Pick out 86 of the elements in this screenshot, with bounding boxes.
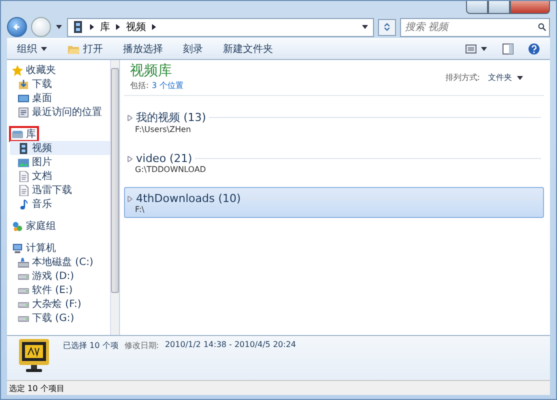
preview-pane-button[interactable] <box>500 41 516 57</box>
selection-count: 已选择 10 个项 <box>63 340 118 352</box>
breadcrumb[interactable]: 库 <box>100 20 110 34</box>
nav-item[interactable]: 文档 <box>10 169 110 183</box>
expand-triangle-icon <box>127 196 133 202</box>
view-icon <box>465 43 477 55</box>
nav-item[interactable]: 大杂烩 (F:) <box>10 297 110 311</box>
refresh-arrows-icon <box>383 23 391 31</box>
nav-item[interactable]: 本地磁盘 (C:) <box>10 255 110 269</box>
dropdown-caret-icon <box>40 45 48 53</box>
toolbar-button[interactable]: 播放选择 <box>121 40 165 58</box>
document-icon <box>18 184 29 196</box>
nav-item[interactable]: 库 <box>10 127 38 141</box>
star-icon <box>12 64 23 76</box>
folder-group[interactable]: 4thDownloads (10) F:\ <box>124 187 544 218</box>
picture-icon <box>18 156 29 168</box>
date-label: 修改日期: <box>124 340 159 352</box>
drive-icon <box>18 256 29 268</box>
refresh-button[interactable] <box>378 18 396 36</box>
folder-name: video (21) <box>136 152 192 165</box>
folder-path: F:\Users\ZHen <box>134 125 192 134</box>
folder-icon <box>68 43 80 55</box>
nav-item[interactable]: 迅雷下载 <box>10 183 110 197</box>
breadcrumb[interactable]: 视频 <box>126 20 146 34</box>
scrollbar[interactable] <box>110 60 119 335</box>
nav-item[interactable]: 收藏夹 <box>10 63 110 77</box>
locations-link[interactable]: 3 个位置 <box>152 80 184 91</box>
music-note-icon <box>18 198 29 210</box>
minimize-button[interactable] <box>466 1 488 14</box>
toolbar-button[interactable]: 打开 <box>66 40 105 58</box>
dropdown-caret-icon <box>55 23 63 31</box>
folder-path: F:\ <box>134 205 146 214</box>
nav-item[interactable]: 最近访问的位置 <box>10 105 110 119</box>
status-bar: 选定 10 个项目 <box>7 380 550 395</box>
expand-triangle-icon <box>127 114 133 120</box>
arrange-dropdown[interactable]: 文件夹 <box>488 72 524 83</box>
toolbar-button[interactable]: 组织 <box>15 40 50 58</box>
film-icon <box>72 21 84 33</box>
nav-item[interactable]: 家庭组 <box>10 219 110 233</box>
back-arrow-icon <box>13 23 21 31</box>
nav-item[interactable]: 软件 (E:) <box>10 283 110 297</box>
help-icon <box>528 43 540 55</box>
includes-label: 包括: <box>130 80 149 91</box>
nav-item[interactable]: 桌面 <box>10 91 110 105</box>
library-icon <box>12 128 23 140</box>
computer-icon <box>12 242 23 254</box>
back-button[interactable] <box>7 17 27 37</box>
folder-name: 4thDownloads (10) <box>136 192 241 205</box>
library-title: 视频库 <box>130 62 173 80</box>
recent-places-icon <box>18 106 29 118</box>
film-icon <box>18 142 29 154</box>
nav-item[interactable]: 下载 <box>10 77 110 91</box>
nav-item[interactable]: 视频 <box>10 141 110 155</box>
nav-item[interactable]: 计算机 <box>10 241 110 255</box>
toolbar-button[interactable]: 刻录 <box>181 40 205 58</box>
document-icon <box>18 170 29 182</box>
nav-item[interactable]: 音乐 <box>10 197 110 211</box>
expand-triangle-icon <box>127 156 133 162</box>
dropdown-caret-icon <box>516 74 524 82</box>
folder-group[interactable]: 我的视频 (13) F:\Users\ZHen <box>124 105 544 138</box>
chevron-icon <box>114 23 122 31</box>
scroll-thumb[interactable] <box>111 68 119 293</box>
close-button[interactable] <box>510 1 550 14</box>
folder-path: G:\TDDOWNLOAD <box>134 165 207 174</box>
nav-item[interactable]: 图片 <box>10 155 110 169</box>
chevron-icon <box>150 23 158 31</box>
desktop-icon <box>18 92 29 104</box>
search-icon <box>538 22 546 30</box>
folder-group[interactable]: video (21) G:\TDDOWNLOAD <box>124 147 544 178</box>
folder-name: 我的视频 (13) <box>136 110 206 125</box>
search-field[interactable]: 搜索 视频 <box>400 18 550 36</box>
folder-arrow-icon <box>18 78 29 90</box>
dropdown-caret-icon <box>480 45 488 53</box>
date-range: 2010/1/2 14:38 - 2010/4/5 20:24 <box>164 340 296 351</box>
nav-item[interactable]: 下载 (G:) <box>10 311 110 325</box>
homegroup-icon <box>12 220 23 232</box>
maximize-button[interactable] <box>488 1 510 14</box>
pane-icon <box>502 43 514 55</box>
chevron-icon <box>88 23 96 31</box>
dropdown-caret-icon <box>361 23 369 31</box>
toolbar-button[interactable]: 新建文件夹 <box>221 40 275 58</box>
help-button[interactable] <box>526 41 542 57</box>
nav-item[interactable]: 游戏 (D:) <box>10 269 110 283</box>
address-bar[interactable]: 库 视频 <box>67 18 374 36</box>
arrange-label: 排列方式: <box>445 72 480 83</box>
video-file-icon <box>17 338 51 374</box>
